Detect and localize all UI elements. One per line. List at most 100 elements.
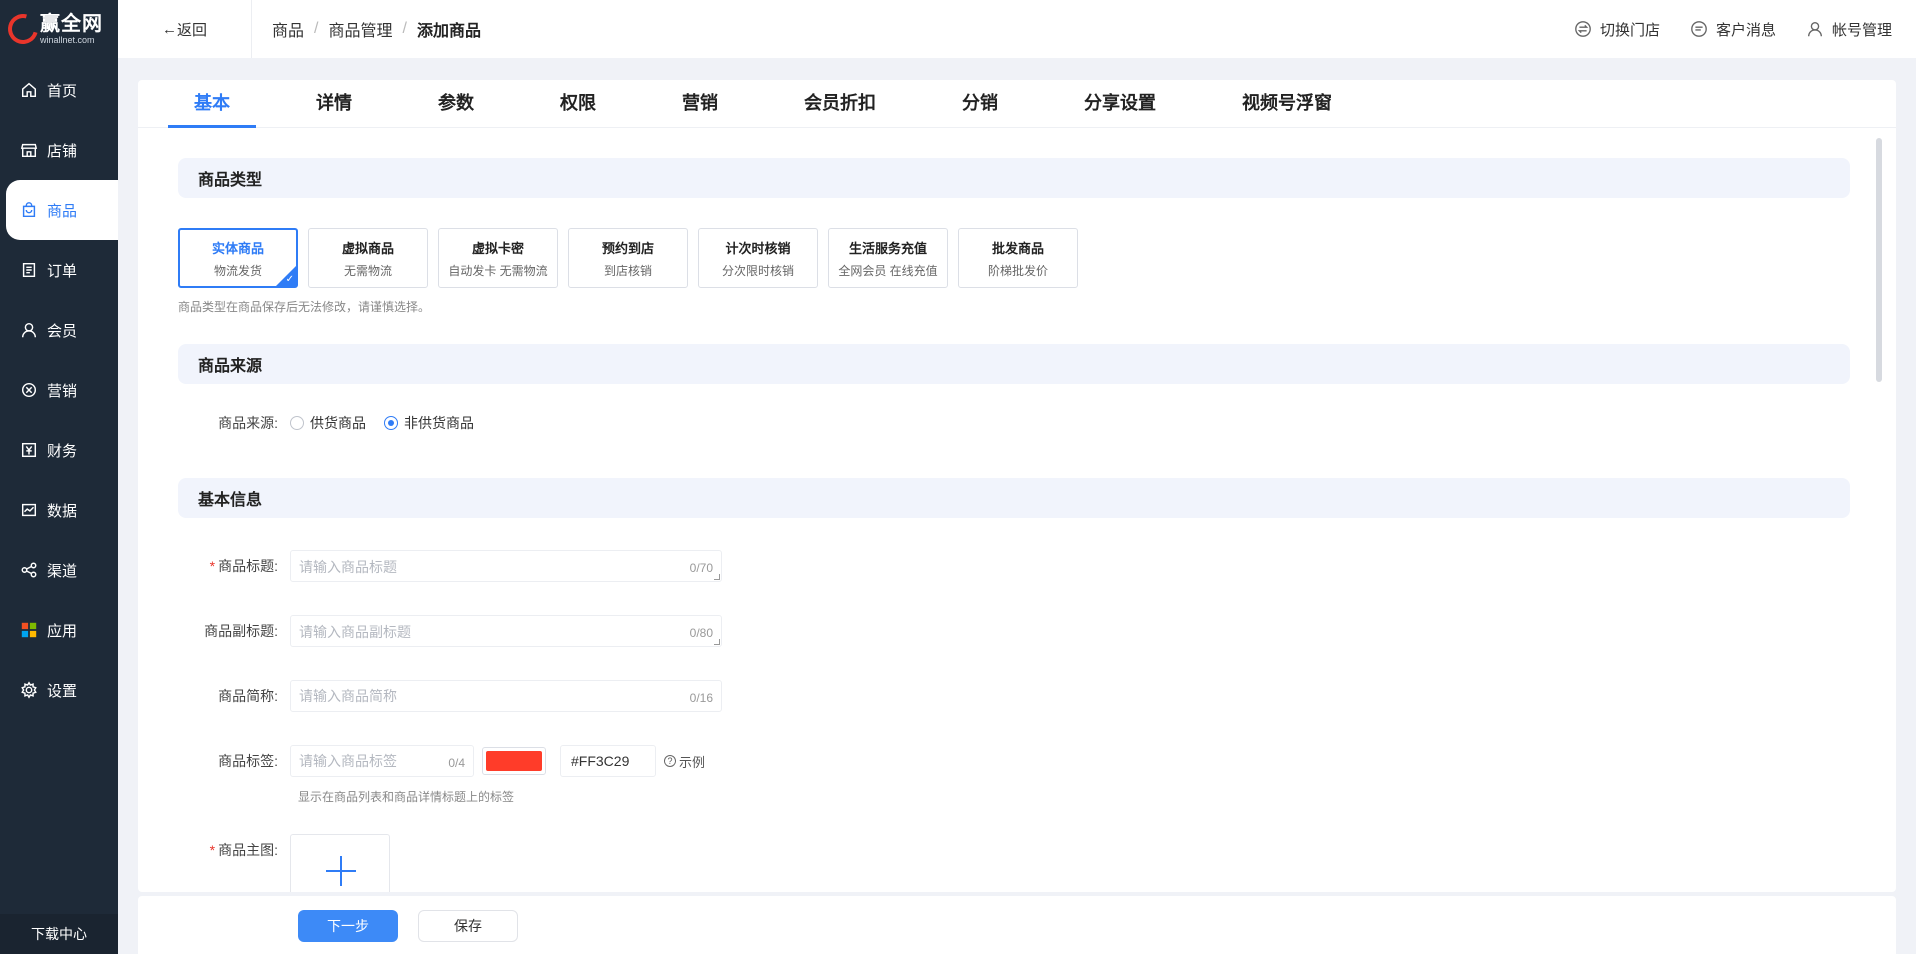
sidebar-item-marketing[interactable]: 营销 [0,360,118,420]
type-card-physical[interactable]: 实体商品 物流发货 ✓ [178,228,298,288]
tag-char-count: 0/4 [448,756,465,770]
section-basic-info: 基本信息 [178,478,1850,518]
back-button[interactable]: ← 返回 [118,0,252,58]
sidebar-item-apps[interactable]: 应用 [0,600,118,660]
main-image-row: * 商品主图: [178,834,390,892]
apps-icon [20,621,38,639]
tab-member-discount[interactable]: 会员折扣 [778,89,902,127]
section-product-source: 商品来源 [178,344,1850,384]
sidebar-item-members[interactable]: 会员 [0,300,118,360]
source-radio-supply[interactable]: 供货商品 [290,413,366,433]
chat-icon [1691,21,1707,37]
type-card-appointment[interactable]: 预约到店 到店核销 [568,228,688,288]
logo-mark-icon [2,8,44,50]
title-input-wrap: 0/70 [290,550,722,582]
tab-params[interactable]: 参数 [412,89,500,127]
tag-label: 商品标签: [218,753,278,769]
user-icon [20,321,38,339]
source-row: 商品来源: 供货商品 非供货商品 [178,413,492,433]
logo-domain: winallnet.com [40,34,95,45]
tag-color-picker[interactable] [482,747,546,775]
subtitle-row: 商品副标题: 0/80 [178,615,722,647]
type-card-virtual[interactable]: 虚拟商品 无需物流 [308,228,428,288]
tag-row: 商品标签: 0/4 #FF3C29 ? 示例 [178,745,705,777]
logo[interactable]: 赢全网 winallnet.com [0,0,118,58]
home-icon [20,81,38,99]
tab-video-float[interactable]: 视频号浮窗 [1216,89,1358,127]
tab-marketing[interactable]: 营销 [656,89,744,127]
subtitle-label: 商品副标题: [204,623,278,639]
sidebar: 赢全网 winallnet.com 首页 店铺 商品 订单 会员 营销 财务 数… [0,0,118,954]
short-name-label: 商品简称: [218,688,278,704]
switch-icon [1575,21,1591,37]
sidebar-item-channels[interactable]: 渠道 [0,540,118,600]
sidebar-item-settings[interactable]: 设置 [0,660,118,720]
main-image-upload[interactable] [290,834,390,892]
question-icon: ? [664,755,676,767]
tag-example-link[interactable]: ? 示例 [664,752,705,771]
main-image-label: 商品主图: [218,842,278,858]
sidebar-item-finance[interactable]: 财务 [0,420,118,480]
scrollbar[interactable] [1876,138,1882,382]
title-row: *商品标题: 0/70 [178,550,722,582]
check-icon: ✓ [285,274,294,285]
tag-color-hex-input[interactable]: #FF3C29 [560,745,656,777]
tag-color-swatch [486,751,542,771]
short-name-char-count: 0/16 [689,691,713,705]
main-panel: 基本 详情 参数 权限 营销 会员折扣 分销 分享设置 视频号浮窗 商品类型 实… [138,80,1896,892]
radio-dot [290,416,304,430]
sidebar-item-products[interactable]: 商品 [6,180,118,240]
type-card-wholesale[interactable]: 批发商品 阶梯批发价 [958,228,1078,288]
marketing-icon [20,381,38,399]
type-card-timed-redeem[interactable]: 计次时核销 分次限时核销 [698,228,818,288]
top-header: ← 返回 商品 / 商品管理 / 添加商品 切换门店 客户消息 帐号管理 [118,0,1916,58]
tab-bar: 基本 详情 参数 权限 营销 会员折扣 分销 分享设置 视频号浮窗 [138,80,1896,128]
logo-name: 赢全网 [40,12,103,35]
short-name-row: 商品简称: 0/16 [178,680,722,712]
resize-handle[interactable] [714,639,720,645]
sidebar-item-data[interactable]: 数据 [0,480,118,540]
tab-permissions[interactable]: 权限 [534,89,622,127]
breadcrumb-product-management[interactable]: 商品管理 [328,17,392,41]
product-title-input[interactable] [291,551,721,581]
breadcrumb: 商品 / 商品管理 / 添加商品 [252,17,481,41]
download-center-link[interactable]: 下载中心 [0,914,118,954]
breadcrumb-current: 添加商品 [416,23,481,40]
subtitle-input-wrap: 0/80 [290,615,722,647]
save-button[interactable]: 保存 [418,910,518,942]
gear-icon [20,681,38,699]
user-icon [1808,22,1822,37]
tab-basic[interactable]: 基本 [168,89,256,128]
tab-details[interactable]: 详情 [290,89,378,127]
type-card-life-service[interactable]: 生活服务充值 全网会员 在线充值 [828,228,948,288]
store-icon [20,141,38,159]
resize-handle[interactable] [714,574,720,580]
title-char-count: 0/70 [689,561,713,575]
customer-messages-button[interactable]: 客户消息 [1690,19,1776,40]
arrow-left-icon: ← [161,20,177,38]
next-step-button[interactable]: 下一步 [298,910,398,942]
required-mark: * [209,558,216,574]
tag-hint: 显示在商品列表和商品详情标题上的标签 [298,790,515,804]
header-actions: 切换门店 客户消息 帐号管理 [1544,19,1892,40]
share-icon [20,561,38,579]
product-type-options: 实体商品 物流发货 ✓ 虚拟商品 无需物流 虚拟卡密 自动发卡 无需物流 预约到… [178,228,1088,288]
title-label: 商品标题: [218,558,278,574]
breadcrumb-products[interactable]: 商品 [272,17,304,41]
account-management-button[interactable]: 帐号管理 [1806,19,1892,40]
tab-distribution[interactable]: 分销 [936,89,1024,127]
sidebar-item-orders[interactable]: 订单 [0,240,118,300]
sidebar-item-home[interactable]: 首页 [0,60,118,120]
chart-icon [20,501,38,519]
product-type-hint: 商品类型在商品保存后无法修改，请谨慎选择。 [178,300,431,314]
tab-share-settings[interactable]: 分享设置 [1058,89,1182,127]
breadcrumb-separator: / [402,20,407,37]
product-subtitle-input[interactable] [291,616,721,646]
sidebar-item-store[interactable]: 店铺 [0,120,118,180]
source-radio-non-supply[interactable]: 非供货商品 [384,413,474,433]
breadcrumb-separator: / [314,20,319,37]
product-tag-input[interactable] [291,746,473,776]
switch-store-button[interactable]: 切换门店 [1574,19,1660,40]
product-short-name-input[interactable] [291,681,721,711]
type-card-virtual-card[interactable]: 虚拟卡密 自动发卡 无需物流 [438,228,558,288]
